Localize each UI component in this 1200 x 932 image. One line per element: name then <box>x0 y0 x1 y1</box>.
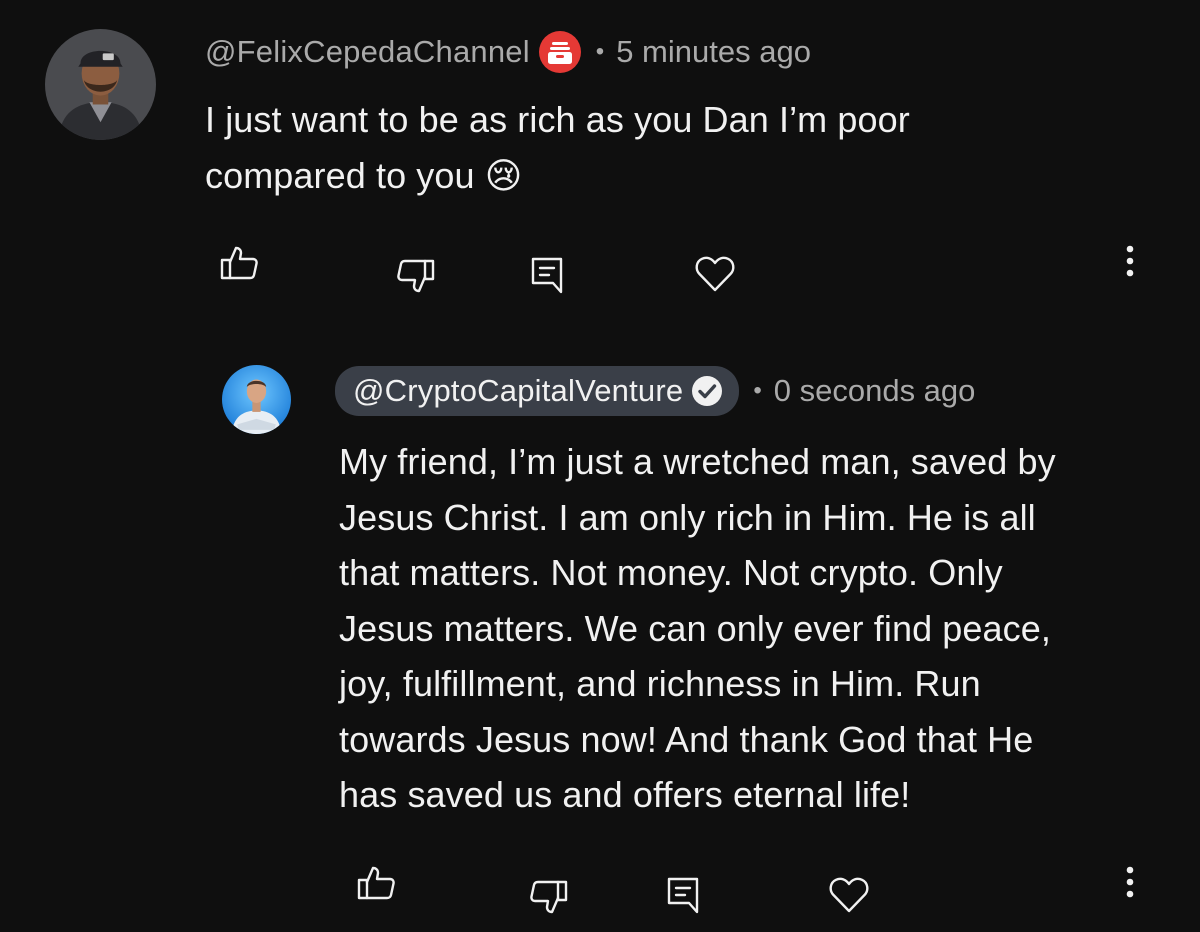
crying-emoji: 😢 <box>484 154 523 196</box>
reply-text-line: has saved us and offers eternal life! <box>339 774 911 815</box>
reply-text-line: towards Jesus now! And thank God that He <box>339 718 1034 760</box>
dislike-icon[interactable] <box>526 873 570 917</box>
comment-header: @FelixCepedaChannel • 5 minutes ago <box>205 29 811 75</box>
reply-text-line: Jesus Christ. I am only rich in Him. He … <box>339 496 1036 538</box>
reply-text-line: Jesus matters. We can only ever find pea… <box>339 607 1051 649</box>
reply-icon[interactable] <box>525 252 569 296</box>
commenter-avatar[interactable] <box>45 29 156 140</box>
reply-text-line: that matters. Not money. Not crypto. Onl… <box>339 552 1003 593</box>
reply-timestamp[interactable]: 0 seconds ago <box>774 373 976 409</box>
like-icon[interactable] <box>355 863 399 907</box>
reply-header: @CryptoCapitalVenture • 0 seconds ago <box>335 366 975 416</box>
reply-text-line: My friend, I’m just a wretched man, save… <box>339 441 1056 482</box>
reply-author[interactable]: @CryptoCapitalVenture <box>353 373 683 409</box>
heart-icon[interactable] <box>693 251 737 295</box>
more-vert-icon[interactable] <box>1108 239 1152 283</box>
reply-icon[interactable] <box>661 872 705 916</box>
reply-text-line: joy, fulfillment, and richness in Him. R… <box>339 663 981 704</box>
verified-check-icon <box>689 373 725 409</box>
dislike-icon[interactable] <box>393 252 437 296</box>
creator-pill[interactable]: @CryptoCapitalVenture <box>335 366 740 416</box>
reply-avatar[interactable] <box>222 365 291 434</box>
like-icon[interactable] <box>218 243 262 287</box>
reply-text: My friend, I’m just a wretched man, save… <box>339 434 1179 823</box>
comment-text-line-2: compared to you <box>205 154 475 196</box>
comment-author[interactable]: @FelixCepedaChannel <box>205 34 530 70</box>
heart-icon[interactable] <box>827 872 871 916</box>
comment-timestamp[interactable]: 5 minutes ago <box>616 34 811 70</box>
separator-dot: • <box>595 38 605 65</box>
membership-badge-icon <box>538 30 582 74</box>
comment-text-line: compared to you 😢 <box>205 148 1105 204</box>
comment-text-line: I just want to be as rich as you Dan I’m… <box>205 99 910 140</box>
separator-dot: • <box>753 377 762 404</box>
comment-text: I just want to be as rich as you Dan I’m… <box>205 92 1105 203</box>
more-vert-icon[interactable] <box>1108 860 1152 904</box>
